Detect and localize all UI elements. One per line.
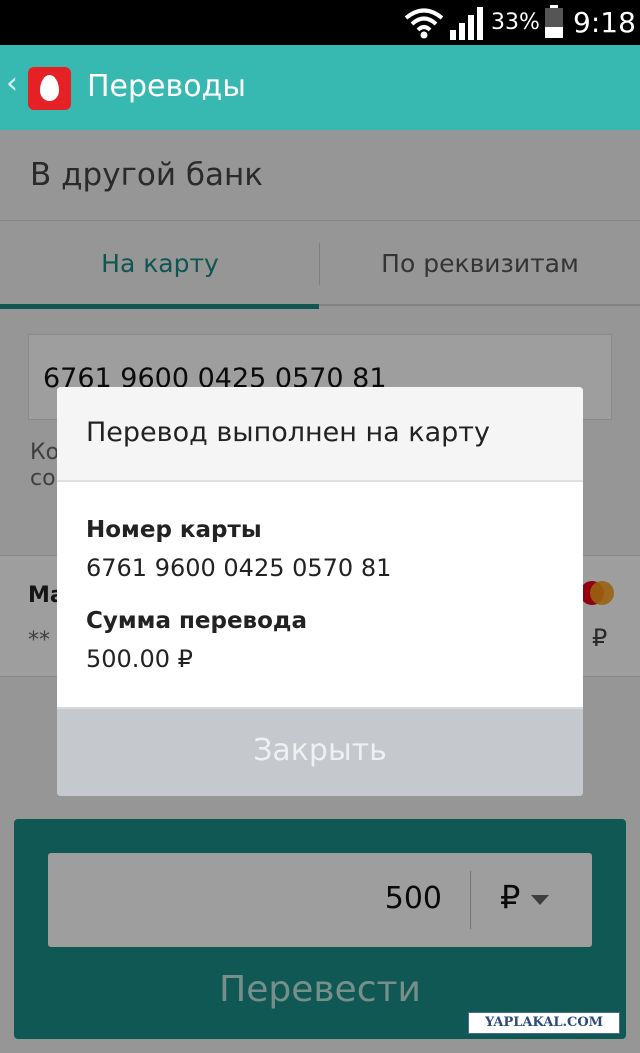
back-icon[interactable]: ‹ xyxy=(6,69,18,99)
app-bar: ‹ Переводы xyxy=(0,45,640,130)
close-button[interactable]: Закрыть xyxy=(57,733,583,768)
dialog-footer: Закрыть xyxy=(57,707,583,796)
app-bar-title: Переводы xyxy=(87,69,246,104)
transfer-sum-value: 500.00 ₽ xyxy=(86,645,193,673)
transfer-sum-label: Сумма перевода xyxy=(86,608,308,634)
card-number-value: 6761 9600 0425 0570 81 xyxy=(86,554,392,582)
card-number-label: Номер карты xyxy=(86,517,262,543)
wifi-icon xyxy=(404,7,444,43)
battery-icon xyxy=(544,5,564,43)
battery-percent: 33% xyxy=(491,10,540,35)
mts-logo-icon xyxy=(28,67,71,110)
clock: 9:18 xyxy=(573,6,636,39)
transfer-success-dialog: Перевод выполнен на карту Номер карты 67… xyxy=(57,387,583,796)
watermark: YAPLAKAL.COM xyxy=(468,1012,620,1034)
signal-icon xyxy=(450,6,486,44)
dialog-title: Перевод выполнен на карту xyxy=(86,417,490,448)
status-bar: 33% 9:18 xyxy=(0,0,640,45)
dialog-header: Перевод выполнен на карту xyxy=(57,387,583,482)
